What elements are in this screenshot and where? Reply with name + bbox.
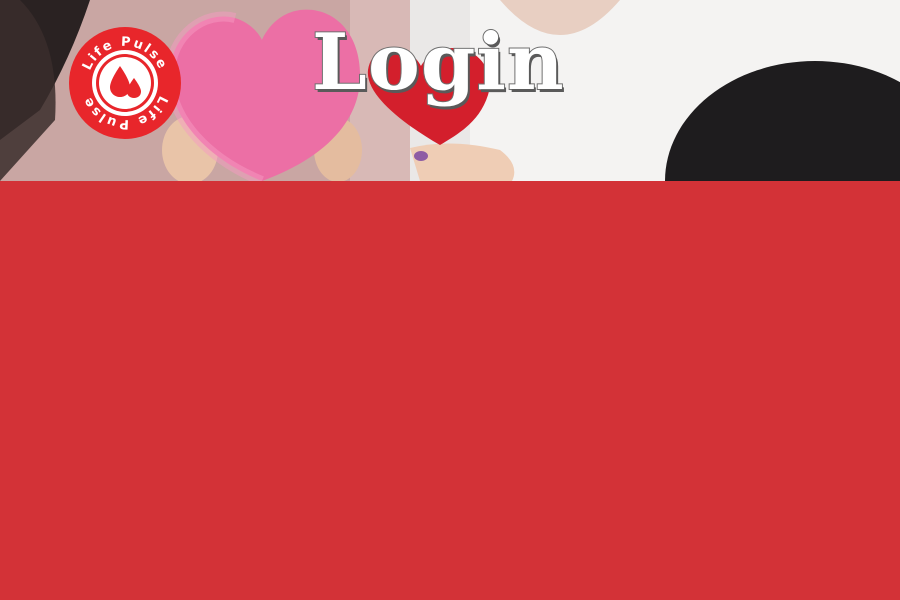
login-panel <box>0 181 900 600</box>
login-page: Life Pulse Life Pulse Login <box>0 0 900 600</box>
header-banner: Life Pulse Life Pulse Login <box>0 0 900 181</box>
page-title: Login <box>311 17 565 108</box>
life-pulse-logo: Life Pulse Life Pulse <box>68 26 182 140</box>
